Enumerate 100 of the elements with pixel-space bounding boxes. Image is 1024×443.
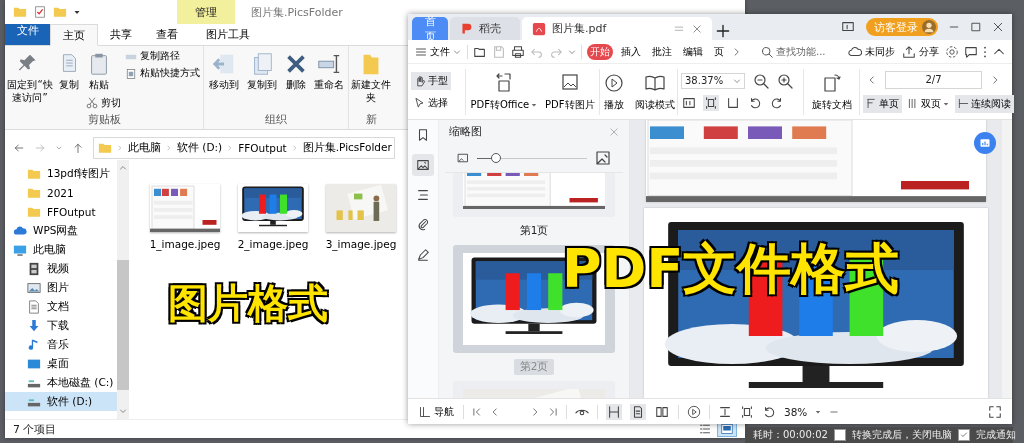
double-page-button[interactable]: 双页 (905, 94, 952, 113)
ribbon-button[interactable]: 粘贴快捷方式 (124, 66, 201, 81)
ribbon-tab[interactable]: 开始 (587, 43, 613, 60)
close-icon[interactable] (992, 21, 1004, 33)
checkbox[interactable] (957, 429, 970, 441)
ribbon-tab[interactable]: 编辑 (680, 43, 706, 60)
scrollbar[interactable] (117, 160, 129, 419)
nav-item[interactable]: 下载 (5, 316, 117, 335)
sync-button[interactable]: 未同步 (847, 44, 896, 59)
maximize-icon[interactable] (970, 21, 982, 33)
ribbon-button[interactable]: 新建文件夹 (351, 49, 391, 106)
ribbon-tab[interactable]: 图片工具 (194, 24, 262, 45)
nav-item[interactable]: 软件 (D:) (5, 392, 117, 411)
nav-item[interactable]: 本地磁盘 (C:) (5, 373, 117, 392)
fit-page-icon[interactable] (740, 404, 754, 419)
ribbon-button[interactable]: 剪切 (85, 95, 122, 111)
zoom-level[interactable]: 38% (784, 405, 808, 418)
screen-icon[interactable] (840, 20, 856, 34)
previous-page-icon[interactable] (867, 73, 877, 86)
share-button[interactable]: 分享 (901, 44, 940, 59)
single-page-button[interactable] (630, 403, 646, 420)
navigation-button[interactable]: 导航 (418, 404, 455, 419)
thumbnail-button[interactable] (412, 154, 434, 176)
checklist-icon[interactable] (33, 5, 47, 19)
print-icon[interactable] (511, 44, 525, 59)
breadcrumb[interactable]: FFOutput (238, 142, 287, 154)
breadcrumb[interactable]: 软件 (D:) (177, 141, 223, 155)
next-page-icon[interactable] (530, 406, 540, 417)
back-icon[interactable] (13, 142, 25, 154)
checkbox[interactable] (833, 429, 846, 441)
toolbar-button[interactable]: PDF转Office (469, 71, 539, 112)
ribbon-tab[interactable]: 查看 (144, 24, 190, 45)
zoom-out-icon[interactable] (753, 72, 769, 89)
play-icon[interactable] (687, 404, 701, 419)
context-tab[interactable]: 管理 (177, 0, 235, 24)
select-tool-button[interactable]: 选择 (411, 93, 451, 112)
ribbon-button[interactable]: 复制 (55, 49, 83, 94)
toolbar-button[interactable]: 阅读模式 (633, 71, 676, 112)
nav-item[interactable]: 13pdf转图片 (5, 164, 117, 183)
ribbon-button[interactable]: 粘贴 (85, 49, 113, 94)
nav-item[interactable]: 视频 (5, 259, 117, 278)
add-tab-icon[interactable] (714, 22, 732, 40)
close-icon[interactable] (692, 23, 702, 34)
page-thumbnail[interactable] (453, 173, 615, 217)
nav-item[interactable]: 2021 (5, 183, 117, 202)
ribbon-button[interactable]: 复制到 (244, 49, 280, 94)
file-item[interactable]: 3_image.jpeg (323, 184, 399, 250)
toolbar-button[interactable]: 播放 (601, 71, 626, 112)
file-menu[interactable]: 文件 (414, 44, 462, 59)
settings-icon[interactable] (945, 44, 959, 59)
breadcrumb[interactable]: 图片集.PicsFolder (302, 141, 392, 155)
rotate-icon[interactable] (762, 404, 776, 419)
nav-item[interactable]: FFOutput (5, 202, 117, 221)
up-icon[interactable] (72, 142, 84, 154)
more-icon[interactable] (983, 44, 987, 59)
fullscreen-icon[interactable] (988, 404, 1002, 419)
caret-icon[interactable] (73, 8, 81, 16)
comment-icon[interactable] (964, 44, 978, 59)
hand-tool-button[interactable]: 手型 (411, 71, 451, 90)
ribbon-tab[interactable]: 插入 (618, 43, 644, 60)
fit-page-button[interactable] (703, 94, 719, 111)
nav-item[interactable]: 图片 (5, 278, 117, 297)
continuous-reading-button[interactable]: 连续阅读 (955, 94, 1014, 113)
nav-item[interactable]: 文档 (5, 297, 117, 316)
zoom-in-icon[interactable] (777, 72, 793, 89)
document-tab[interactable]: 图片集.pdf (522, 17, 712, 40)
ribbon-button[interactable]: 固定到“快速访问” (7, 49, 53, 106)
ribbon-button[interactable]: 复制路径 (124, 49, 201, 64)
next-page-icon[interactable] (990, 73, 1000, 86)
breadcrumb[interactable]: 此电脑 (128, 141, 161, 155)
file-item[interactable]: 2_image.jpeg (235, 184, 311, 250)
page-number-field[interactable]: 2/7 (885, 70, 982, 89)
single-page-button[interactable]: 单页 (863, 94, 902, 113)
ribbon-tab[interactable]: 共享 (98, 24, 144, 45)
ribbon-tab[interactable]: 页 (711, 43, 727, 60)
nav-item[interactable]: 音乐 (5, 335, 117, 354)
fit-width-button[interactable] (606, 403, 622, 420)
zoom-field[interactable]: 38.37% (681, 72, 745, 89)
nav-item[interactable]: WPS网盘 (5, 221, 117, 240)
address-bar[interactable]: 此电脑 软件 (D:) FFOutput 图片集.PicsFolder (93, 137, 395, 159)
file-menu-tab[interactable]: 文件 (5, 24, 50, 45)
ribbon-button[interactable]: 删除 (282, 49, 310, 94)
previous-page-icon[interactable] (490, 406, 500, 417)
search-field[interactable]: 查找功能... (755, 43, 832, 60)
fit-height-icon[interactable] (718, 404, 732, 419)
more-tabs-icon[interactable] (732, 45, 742, 58)
ribbon-tab[interactable]: 主页 (50, 24, 98, 46)
file-item[interactable]: 1_image.jpeg (147, 184, 223, 250)
group-label: 组织 (264, 112, 288, 127)
nav-item[interactable]: 此电脑 (5, 240, 117, 259)
toolbar-button[interactable]: 旋转文档 (810, 71, 853, 112)
toolbar-button[interactable]: PDF转图片 (544, 71, 596, 112)
ribbon-button[interactable]: 移动到 (206, 49, 242, 94)
document-tab[interactable]: 稻壳 (450, 17, 520, 40)
caret-icon[interactable] (815, 408, 822, 415)
floating-button[interactable] (974, 132, 996, 154)
nav-item[interactable]: 桌面 (5, 354, 117, 373)
ribbon-button[interactable]: 重命名 (312, 49, 346, 94)
ribbon-tab[interactable]: 批注 (649, 43, 675, 60)
scrollbar[interactable] (1002, 120, 1012, 398)
